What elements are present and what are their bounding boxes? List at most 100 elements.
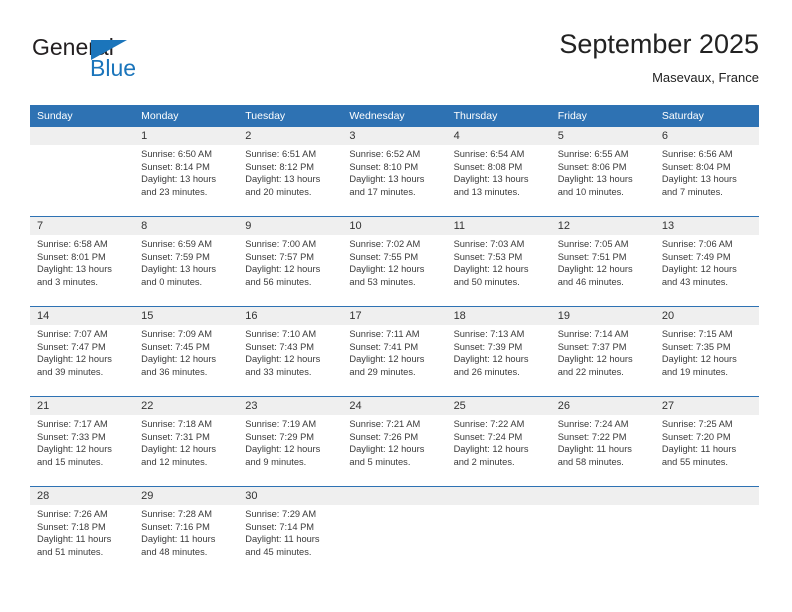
- date-number-cell[interactable]: 19: [550, 306, 655, 325]
- day-detail-cell[interactable]: Sunrise: 7:09 AM Sunset: 7:45 PM Dayligh…: [134, 325, 239, 397]
- day-detail-cell[interactable]: Sunrise: 7:24 AM Sunset: 7:22 PM Dayligh…: [550, 415, 655, 487]
- date-number-cell[interactable]: 11: [446, 216, 551, 235]
- date-number-cell[interactable]: 4: [446, 127, 551, 145]
- date-number-cell[interactable]: 15: [134, 306, 239, 325]
- general-blue-logo[interactable]: General Blue: [30, 28, 230, 90]
- day-detail-cell[interactable]: Sunrise: 7:13 AM Sunset: 7:39 PM Dayligh…: [446, 325, 551, 397]
- date-number-cell[interactable]: 26: [550, 396, 655, 415]
- sunset-text: Sunset: 7:39 PM: [453, 341, 523, 352]
- sunrise-text: Sunrise: 7:11 AM: [349, 329, 420, 339]
- sunset-text: Sunset: 7:45 PM: [141, 341, 210, 352]
- daylight-text-line2: and 29 minutes.: [349, 366, 416, 377]
- sunset-text: Sunset: 7:59 PM: [141, 251, 210, 262]
- date-number-cell[interactable]: 25: [446, 396, 551, 415]
- day-detail-cell[interactable]: Sunrise: 7:00 AM Sunset: 7:57 PM Dayligh…: [238, 235, 343, 307]
- date-number-cell[interactable]: 13: [654, 216, 759, 235]
- day-detail-cell[interactable]: Sunrise: 7:07 AM Sunset: 7:47 PM Dayligh…: [30, 325, 135, 397]
- sunrise-text: Sunrise: 7:05 AM: [557, 239, 629, 249]
- date-number-cell[interactable]: 18: [446, 306, 551, 325]
- daylight-text-line1: Daylight: 12 hours: [557, 264, 633, 275]
- sunrise-text: Sunrise: 6:50 AM: [141, 149, 212, 159]
- date-number-cell[interactable]: 12: [550, 216, 655, 235]
- date-number-cell[interactable]: 14: [30, 306, 135, 325]
- day-detail-cell[interactable]: Sunrise: 7:26 AM Sunset: 7:18 PM Dayligh…: [30, 505, 135, 576]
- day-detail-cell[interactable]: Sunrise: 7:18 AM Sunset: 7:31 PM Dayligh…: [134, 415, 239, 487]
- day-detail-cell[interactable]: Sunrise: 6:55 AM Sunset: 8:06 PM Dayligh…: [550, 145, 655, 217]
- page-header: General Blue September 2025 Masevaux, Fr…: [30, 28, 759, 94]
- day-detail-cell[interactable]: Sunrise: 7:14 AM Sunset: 7:37 PM Dayligh…: [550, 325, 655, 397]
- daylight-text-line2: and 43 minutes.: [661, 276, 728, 287]
- day-detail-cell[interactable]: Sunrise: 7:05 AM Sunset: 7:51 PM Dayligh…: [550, 235, 655, 307]
- day-detail-cell[interactable]: Sunrise: 7:15 AM Sunset: 7:35 PM Dayligh…: [654, 325, 759, 397]
- daylight-text-line1: Daylight: 11 hours: [141, 534, 216, 545]
- day-detail-cell[interactable]: Sunrise: 7:28 AM Sunset: 7:16 PM Dayligh…: [134, 505, 239, 576]
- date-number-cell[interactable]: 30: [238, 486, 343, 505]
- day-detail-cell[interactable]: Sunrise: 7:25 AM Sunset: 7:20 PM Dayligh…: [654, 415, 759, 487]
- date-number-cell[interactable]: 7: [30, 216, 135, 235]
- daylight-text-line2: and 22 minutes.: [557, 366, 624, 377]
- sunset-text: Sunset: 7:31 PM: [141, 431, 210, 442]
- date-number-cell[interactable]: 16: [238, 306, 343, 325]
- day-detail-cell[interactable]: [342, 505, 447, 576]
- day-detail-cell[interactable]: Sunrise: 6:51 AM Sunset: 8:12 PM Dayligh…: [238, 145, 343, 217]
- sunset-text: Sunset: 7:16 PM: [141, 521, 210, 532]
- sunrise-text: Sunrise: 7:29 AM: [245, 509, 317, 519]
- date-number-cell[interactable]: 17: [342, 306, 447, 325]
- day-detail-cell[interactable]: Sunrise: 6:59 AM Sunset: 7:59 PM Dayligh…: [134, 235, 239, 307]
- date-number-cell[interactable]: [654, 486, 759, 505]
- date-number-cell[interactable]: 1: [134, 127, 239, 145]
- daylight-text-line2: and 2 minutes.: [453, 456, 515, 467]
- date-number-cell[interactable]: 21: [30, 396, 135, 415]
- day-detail-cell[interactable]: Sunrise: 7:10 AM Sunset: 7:43 PM Dayligh…: [238, 325, 343, 397]
- date-number-cell[interactable]: [550, 486, 655, 505]
- date-number-cell[interactable]: 3: [342, 127, 447, 145]
- day-detail-cell[interactable]: Sunrise: 7:03 AM Sunset: 7:53 PM Dayligh…: [446, 235, 551, 307]
- day-detail-cell[interactable]: [654, 505, 759, 576]
- day-detail-cell[interactable]: Sunrise: 6:52 AM Sunset: 8:10 PM Dayligh…: [342, 145, 447, 217]
- sunrise-text: Sunrise: 6:58 AM: [37, 239, 108, 249]
- date-number-cell[interactable]: 6: [654, 127, 759, 145]
- date-number-cell[interactable]: 24: [342, 396, 447, 415]
- day-detail-cell[interactable]: Sunrise: 7:29 AM Sunset: 7:14 PM Dayligh…: [238, 505, 343, 576]
- daylight-text-line1: Daylight: 12 hours: [141, 354, 217, 365]
- day-detail-cell[interactable]: Sunrise: 7:11 AM Sunset: 7:41 PM Dayligh…: [342, 325, 447, 397]
- day-detail-cell[interactable]: Sunrise: 7:22 AM Sunset: 7:24 PM Dayligh…: [446, 415, 551, 487]
- date-number-cell[interactable]: 28: [30, 486, 135, 505]
- date-number-cell[interactable]: 2: [238, 127, 343, 145]
- date-number-cell[interactable]: 8: [134, 216, 239, 235]
- day-detail-cell[interactable]: [550, 505, 655, 576]
- sunset-text: Sunset: 7:26 PM: [349, 431, 419, 442]
- day-detail-cell[interactable]: Sunrise: 6:56 AM Sunset: 8:04 PM Dayligh…: [654, 145, 759, 217]
- daylight-text-line1: Daylight: 13 hours: [141, 174, 217, 185]
- date-number-cell[interactable]: [30, 127, 135, 145]
- date-number-cell[interactable]: 10: [342, 216, 447, 235]
- daylight-text-line1: Daylight: 12 hours: [661, 354, 737, 365]
- daylight-text-line2: and 12 minutes.: [141, 456, 208, 467]
- date-number-cell[interactable]: [342, 486, 447, 505]
- date-number-cell[interactable]: 20: [654, 306, 759, 325]
- day-detail-cell[interactable]: Sunrise: 7:21 AM Sunset: 7:26 PM Dayligh…: [342, 415, 447, 487]
- date-number-cell[interactable]: 23: [238, 396, 343, 415]
- date-number-cell[interactable]: 9: [238, 216, 343, 235]
- date-number-cell[interactable]: 27: [654, 396, 759, 415]
- daylight-text-line2: and 20 minutes.: [245, 186, 312, 197]
- day-detail-cell[interactable]: Sunrise: 7:17 AM Sunset: 7:33 PM Dayligh…: [30, 415, 135, 487]
- day-detail-cell[interactable]: Sunrise: 7:02 AM Sunset: 7:55 PM Dayligh…: [342, 235, 447, 307]
- day-detail-cell[interactable]: Sunrise: 6:50 AM Sunset: 8:14 PM Dayligh…: [134, 145, 239, 217]
- sunset-text: Sunset: 7:37 PM: [557, 341, 627, 352]
- day-detail-row: Sunrise: 7:17 AM Sunset: 7:33 PM Dayligh…: [30, 415, 759, 487]
- calendar-grid: Sunday Monday Tuesday Wednesday Thursday…: [30, 105, 759, 576]
- day-detail-cell[interactable]: Sunrise: 6:58 AM Sunset: 8:01 PM Dayligh…: [30, 235, 135, 307]
- day-detail-cell[interactable]: Sunrise: 7:19 AM Sunset: 7:29 PM Dayligh…: [238, 415, 343, 487]
- date-number-cell[interactable]: 22: [134, 396, 239, 415]
- day-detail-cell[interactable]: Sunrise: 6:54 AM Sunset: 8:08 PM Dayligh…: [446, 145, 551, 217]
- day-detail-cell[interactable]: [446, 505, 551, 576]
- sunset-text: Sunset: 8:01 PM: [37, 251, 106, 262]
- date-number-cell[interactable]: 5: [550, 127, 655, 145]
- sunrise-text: Sunrise: 7:26 AM: [37, 509, 108, 519]
- sunset-text: Sunset: 7:57 PM: [245, 251, 315, 262]
- date-number-cell[interactable]: 29: [134, 486, 239, 505]
- day-detail-cell[interactable]: Sunrise: 7:06 AM Sunset: 7:49 PM Dayligh…: [654, 235, 759, 307]
- date-number-cell[interactable]: [446, 486, 551, 505]
- day-detail-cell[interactable]: [30, 145, 135, 217]
